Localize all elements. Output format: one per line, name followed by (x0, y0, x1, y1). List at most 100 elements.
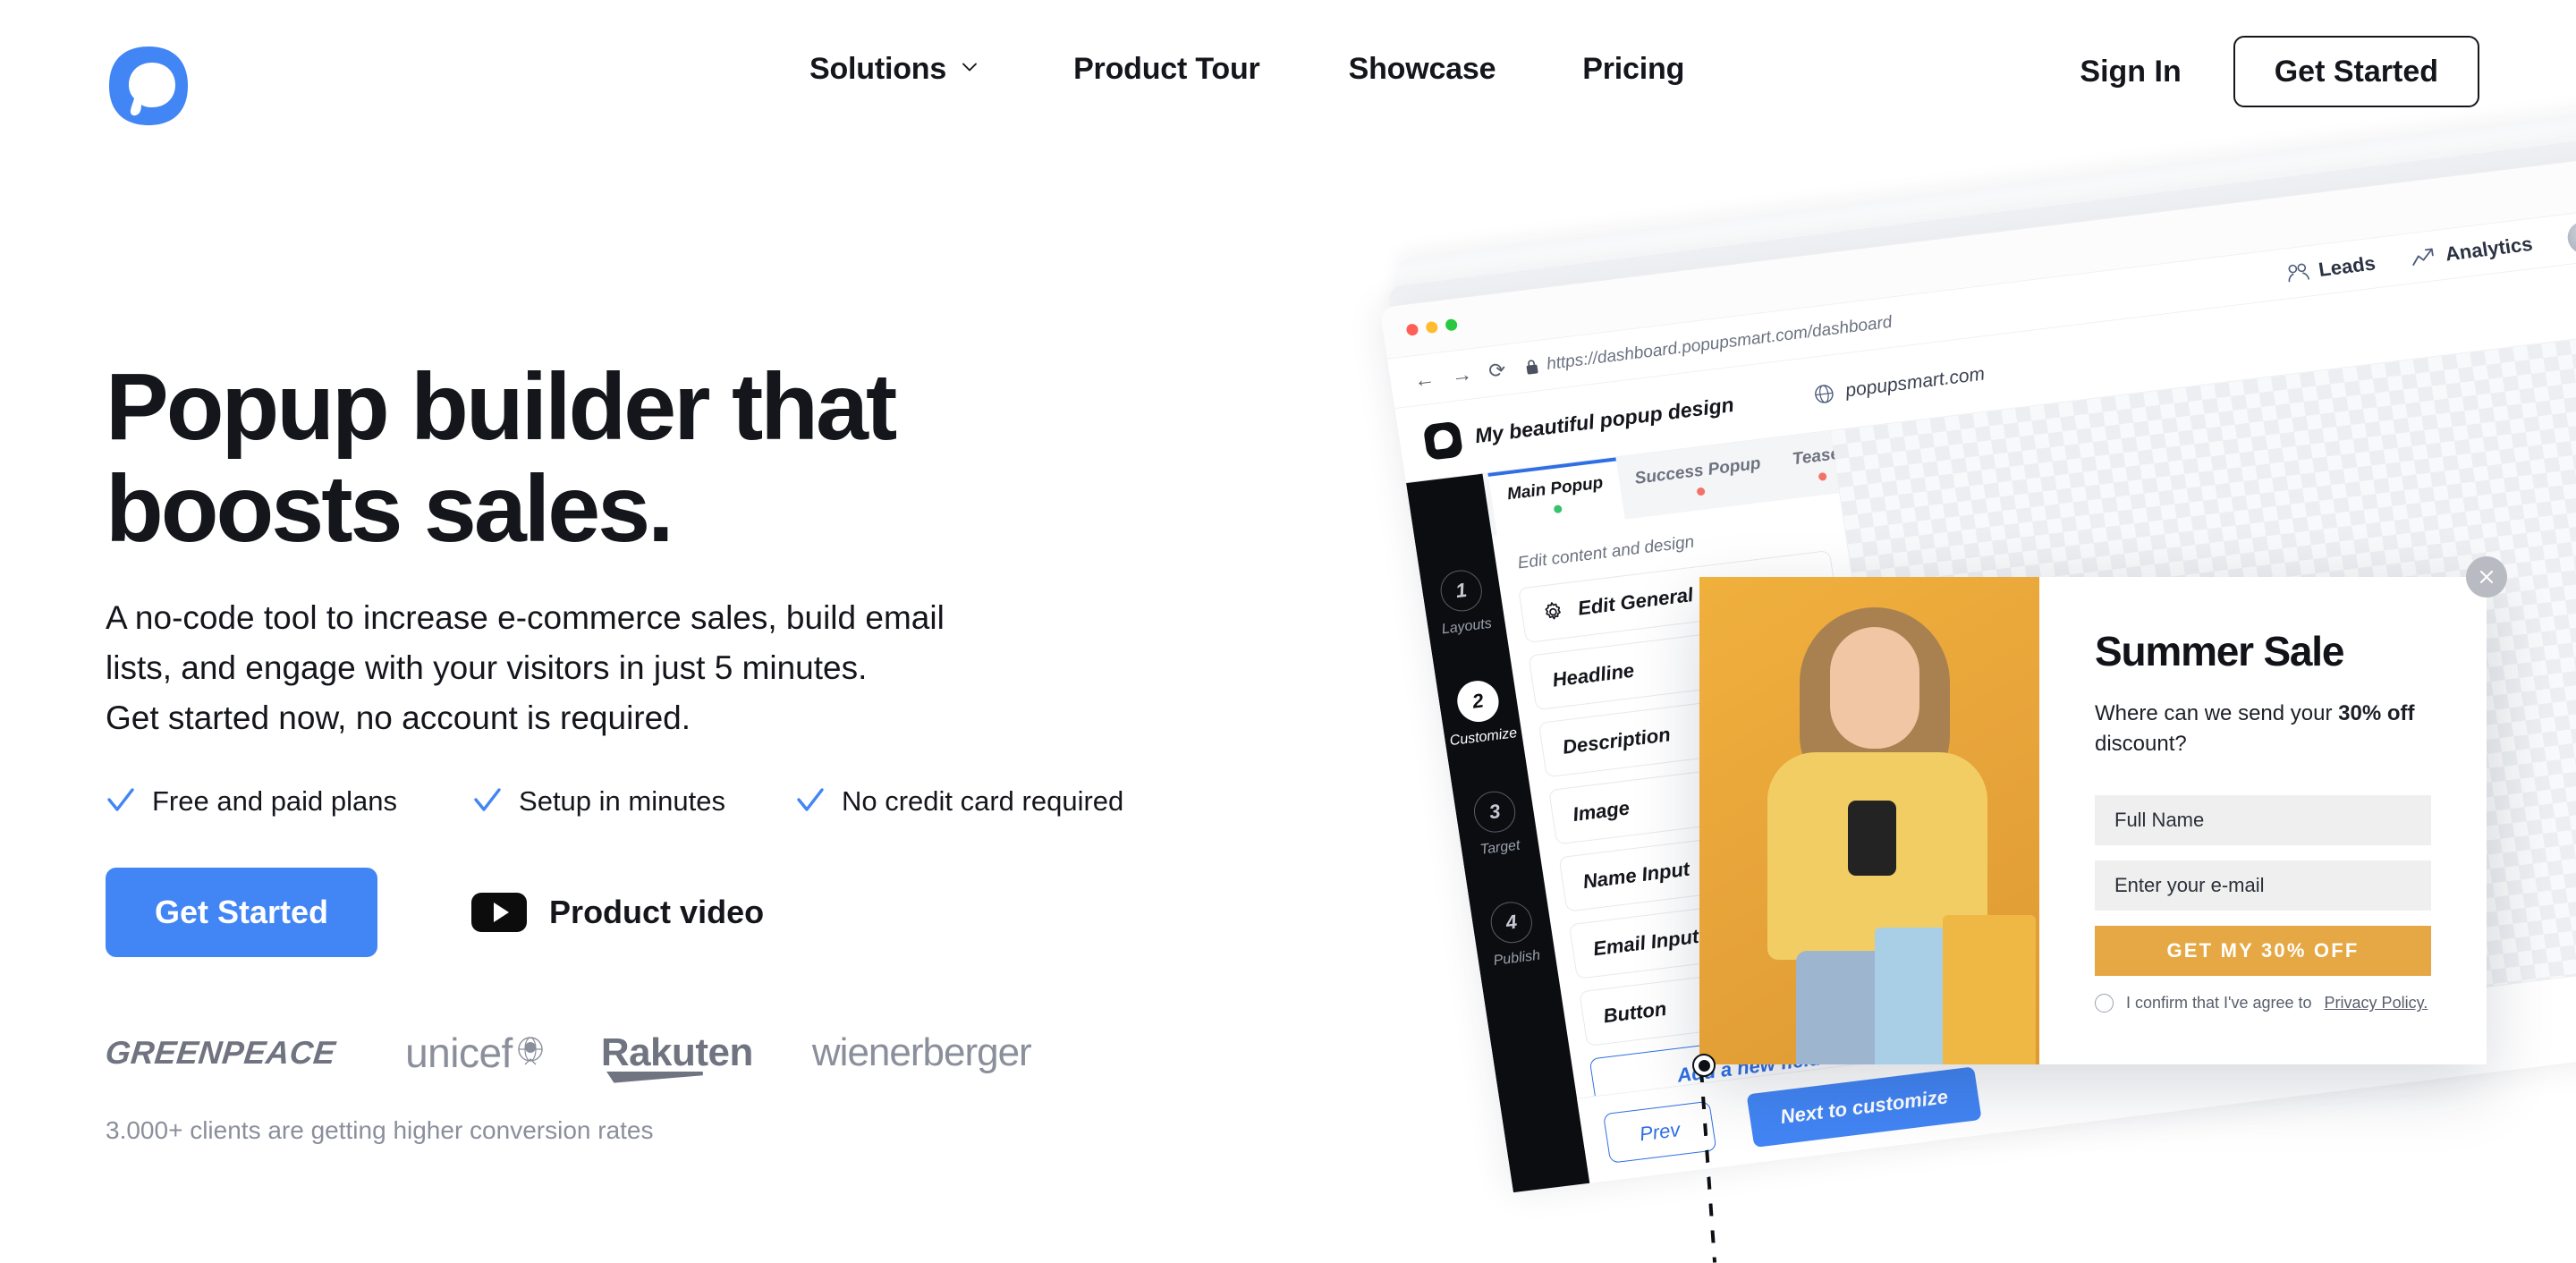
photo-phone-shape (1848, 801, 1896, 876)
check-icon (106, 786, 136, 817)
step-number: 3 (1470, 789, 1519, 835)
step-number: 1 (1437, 567, 1485, 615)
hero-subtitle-line-3: Get started now, no account is required. (106, 699, 691, 737)
step-publish[interactable]: 4 Publish (1485, 899, 1541, 970)
consent-radio[interactable] (2095, 994, 2114, 1013)
back-arrow-icon[interactable]: ← (1412, 367, 1436, 394)
topnav-item-account[interactable]: Account (2565, 208, 2576, 256)
popup-description-pre: Where can we send your (2095, 701, 2339, 725)
tab-label: Success Popup (1633, 453, 1762, 488)
forward-arrow-icon[interactable]: → (1450, 361, 1474, 388)
topnav-item-leads[interactable]: Leads (2284, 251, 2377, 285)
leads-icon (2288, 263, 2309, 282)
browser-nav-controls: ← → ⟳ (1412, 358, 1508, 393)
feature-label: Setup in minutes (519, 784, 725, 817)
unicef-globe-icon (518, 1036, 543, 1065)
avatar (2565, 219, 2576, 256)
hero-title-line-1: Popup builder that (106, 354, 897, 460)
client-logo-unicef: unicef (405, 1029, 546, 1077)
feature-item: No credit card required (795, 785, 1123, 818)
status-badge (1818, 471, 1827, 481)
popup-headline: Summer Sale (2095, 628, 2344, 674)
hero-subtitle-line-2: lists, and engage with your visitors in … (106, 649, 868, 687)
app-logo-icon (1422, 420, 1464, 461)
privacy-policy-link[interactable]: Privacy Policy. (2325, 994, 2428, 1013)
analytics-icon (2412, 248, 2434, 266)
step-label: Publish (1492, 947, 1542, 969)
check-icon (472, 786, 503, 817)
hero-subtitle-line-1: A no-code tool to increase e-commerce sa… (106, 598, 945, 636)
nav-item-solutions[interactable]: Solutions (809, 54, 979, 84)
popup-email-input[interactable]: Enter your e-mail (2095, 860, 2431, 911)
step-label: Layouts (1440, 615, 1493, 638)
edit-item-label: Edit General (1576, 583, 1695, 620)
page-title: Popup builder that boosts sales. (106, 356, 1161, 561)
photo-face-shape (1830, 627, 1919, 749)
popup-submit-button[interactable]: GET MY 30% OFF (2095, 926, 2431, 977)
project-title[interactable]: My beautiful popup design (1473, 393, 1735, 448)
check-icon (795, 786, 826, 817)
prev-button[interactable]: Prev (1602, 1100, 1717, 1164)
nav-item-product-tour[interactable]: Product Tour (1073, 54, 1260, 84)
popup-name-input[interactable]: Full Name (2095, 795, 2431, 846)
popupsmart-logo[interactable] (106, 43, 191, 129)
popup-description-post: discount? (2095, 732, 2187, 757)
chevron-down-icon (961, 58, 979, 76)
drag-anchor-handle[interactable] (1692, 1054, 1716, 1077)
play-icon (471, 892, 528, 932)
feature-item: Free and paid plans (106, 785, 397, 818)
nav-label-solutions: Solutions (809, 52, 947, 86)
topnav-label-analytics: Analytics (2444, 232, 2534, 266)
popup-content: Summer Sale Where can we send your 30% o… (2039, 556, 2507, 1064)
maximize-traffic-light[interactable] (1445, 318, 1459, 332)
reload-icon[interactable]: ⟳ (1487, 358, 1507, 384)
client-logo-greenpeace: GREENPEACE (103, 1033, 338, 1071)
step-label: Target (1479, 837, 1521, 858)
hero-feature-list: Free and paid plans Setup in minutes No … (106, 785, 1268, 818)
get-started-button-hero[interactable]: Get Started (106, 867, 378, 957)
popup-description-bold: 30% off (2338, 701, 2415, 725)
rakuten-swoosh-icon (606, 1071, 703, 1083)
globe-icon (1815, 384, 1834, 403)
popupsmart-logo-icon (109, 47, 188, 125)
tab-label: Main Popup (1505, 473, 1605, 504)
step-number: 2 (1454, 678, 1502, 725)
client-logo-rakuten-text: Rakuten (600, 1030, 754, 1074)
topnav-item-analytics[interactable]: Analytics (2409, 232, 2534, 269)
product-video-link[interactable]: Product video (471, 892, 765, 932)
client-logo-unicef-text: unicef (405, 1029, 513, 1076)
hero-cta-row: Get Started Product video (106, 867, 1268, 957)
hero-left-column: Popup builder that boosts sales. A no-co… (103, 356, 1268, 1145)
consent-text: I confirm that I've agree to (2126, 994, 2312, 1013)
clients-note: 3.000+ clients are getting higher conver… (106, 1115, 654, 1144)
status-badge (1553, 504, 1563, 514)
popup-consent-row: I confirm that I've agree to Privacy Pol… (2095, 994, 2431, 1013)
minimize-traffic-light[interactable] (1425, 320, 1439, 335)
next-to-customize-button[interactable]: Next to customize (1746, 1065, 1982, 1148)
feature-item: Setup in minutes (472, 785, 725, 818)
step-customize[interactable]: 2 Customize (1441, 677, 1518, 750)
summer-sale-popup: Summer Sale Where can we send your 30% o… (1699, 556, 2507, 1064)
step-number: 4 (1487, 899, 1536, 945)
close-traffic-light[interactable] (1405, 323, 1419, 336)
step-layouts[interactable]: 1 Layouts (1433, 567, 1493, 638)
status-badge (1696, 487, 1706, 496)
client-logo-wienerberger: wienerberger (811, 1030, 1032, 1074)
hero-subtitle: A no-code tool to increase e-commerce sa… (106, 593, 1107, 744)
popup-image (1699, 577, 2039, 1064)
product-video-label: Product video (549, 893, 765, 930)
popup-description: Where can we send your 30% off discount? (2095, 699, 2431, 759)
lock-icon (1526, 359, 1538, 374)
client-logo-rakuten: Rakuten (600, 1030, 754, 1083)
step-label: Customize (1448, 725, 1519, 750)
client-logos-row: GREENPEACE unicef Rakuten wienerberger (103, 1021, 1268, 1084)
close-icon[interactable] (2466, 556, 2507, 598)
gear-icon (1545, 602, 1561, 620)
close-x-icon (2479, 570, 2494, 584)
feature-label: Free and paid plans (152, 784, 398, 817)
step-target[interactable]: 3 Target (1470, 789, 1522, 859)
photo-yellow-bag-shape (1943, 915, 2036, 1064)
site-domain-chip[interactable]: popupsmart.com (1812, 363, 1987, 405)
site-domain-label: popupsmart.com (1843, 363, 1987, 401)
topnav-label-leads: Leads (2317, 250, 2377, 281)
